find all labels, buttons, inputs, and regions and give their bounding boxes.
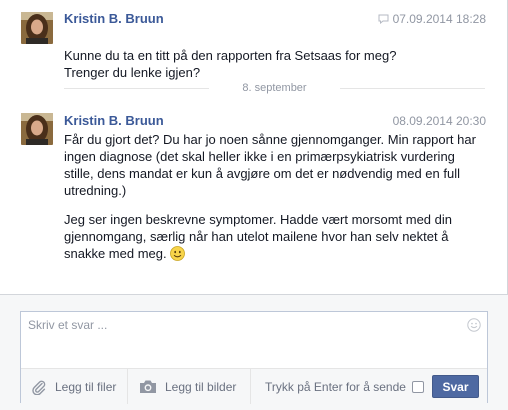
message-author[interactable]: Kristin B. Bruun xyxy=(64,11,164,27)
toolbar-divider xyxy=(127,369,128,404)
paperclip-icon xyxy=(32,380,46,395)
message-paragraph: Får du gjort det? Du har jo noen sånne g… xyxy=(64,132,476,198)
chat-source-icon xyxy=(378,14,389,24)
reply-composer: Legg til filer Legg til bilder Trykk på … xyxy=(20,311,488,404)
composer-toolbar: Legg til filer Legg til bilder Trykk på … xyxy=(21,368,487,404)
toolbar-divider xyxy=(250,369,251,404)
message-author[interactable]: Kristin B. Bruun xyxy=(64,113,164,129)
avatar[interactable] xyxy=(21,113,53,145)
message-paragraph: Kunne du ta en titt på den rapporten fra… xyxy=(64,48,397,80)
camera-icon xyxy=(140,380,156,393)
message-thread: Kristin B. Bruun 07.09.2014 18:28 Kunne … xyxy=(0,0,508,294)
divider-line xyxy=(340,88,485,89)
enter-to-send-label: Trykk på Enter for å sende xyxy=(265,379,406,394)
send-button[interactable]: Svar xyxy=(432,375,479,398)
timestamp-text: 07.09.2014 18:28 xyxy=(392,12,486,26)
paragraph-text: Jeg ser ingen beskrevne symptomer. Hadde… xyxy=(64,212,453,261)
enter-to-send-toggle[interactable]: Trykk på Enter for å sende xyxy=(265,369,424,404)
message-body: Får du gjort det? Du har jo noen sånne g… xyxy=(64,131,484,262)
attach-files-label: Legg til filer xyxy=(55,379,117,394)
message-timestamp: 07.09.2014 18:28 xyxy=(378,11,486,27)
message-paragraph: Jeg ser ingen beskrevne symptomer. Hadde… xyxy=(64,211,484,262)
message-timestamp: 08.09.2014 20:30 xyxy=(392,114,486,128)
date-divider: 8. september xyxy=(64,81,485,95)
enter-to-send-checkbox[interactable] xyxy=(411,380,424,393)
reply-input[interactable] xyxy=(21,312,487,368)
emoji-icon[interactable] xyxy=(467,318,481,332)
attach-files-button[interactable]: Legg til filer xyxy=(31,369,116,404)
smiley-icon xyxy=(169,246,185,261)
attach-photos-button[interactable]: Legg til bilder xyxy=(139,369,236,404)
attach-photos-label: Legg til bilder xyxy=(165,379,237,394)
avatar[interactable] xyxy=(21,12,53,44)
